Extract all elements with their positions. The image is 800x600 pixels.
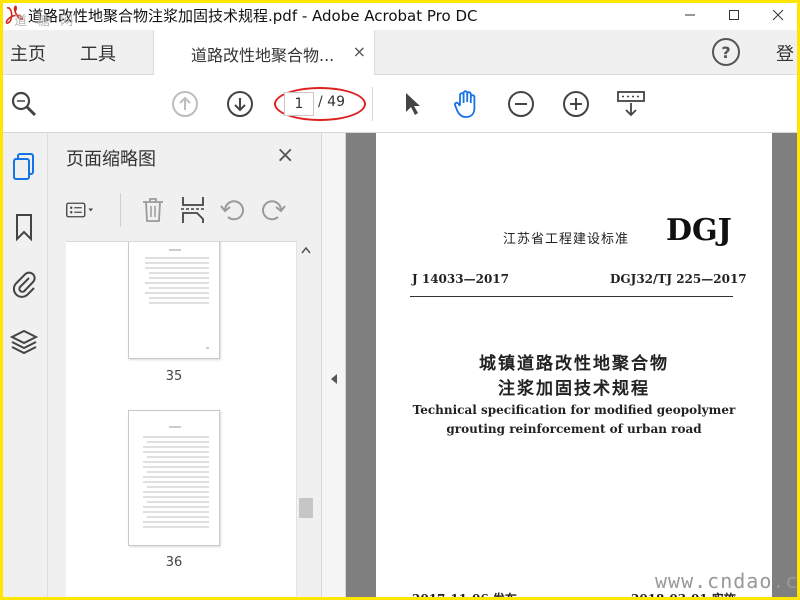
login-button[interactable]: 登 bbox=[776, 40, 794, 66]
zoom-search-icon[interactable] bbox=[8, 88, 40, 120]
menu-bar: 主页 工具 道路改性地聚合物... × ? 登 bbox=[0, 30, 800, 75]
document-title-cn-line2: 注浆加固技术规程 bbox=[498, 379, 650, 399]
standard-code-right: DGJ32/TJ 225—2017 bbox=[610, 272, 747, 286]
select-cursor-icon[interactable] bbox=[396, 88, 428, 120]
page-number-input[interactable]: 1 bbox=[284, 92, 314, 116]
thumbnail-list: 35 36 bbox=[66, 241, 314, 600]
panel-close-button[interactable]: × bbox=[276, 143, 294, 168]
document-title-en-line1: Technical specification for modified geo… bbox=[412, 403, 736, 417]
document-title-en-line2: grouting reinforcement of urban road bbox=[446, 422, 702, 436]
thumbnail-page[interactable] bbox=[128, 242, 220, 359]
close-window-button[interactable] bbox=[756, 0, 800, 30]
tab-close-button[interactable]: × bbox=[353, 42, 366, 61]
watermark-top-left: 道 糖 网 bbox=[14, 14, 77, 29]
document-viewer[interactable]: 江苏省工程建设标准 DGJ J 14033—2017 DGJ32/TJ 225—… bbox=[346, 133, 800, 600]
thumbnail-page-number: 36 bbox=[165, 555, 183, 570]
standard-code-left: J 14033—2017 bbox=[412, 272, 510, 286]
watermark-bottom-right: www.cndao.co bbox=[655, 569, 800, 593]
panel-collapse-strip[interactable] bbox=[322, 133, 346, 600]
prev-page-icon[interactable] bbox=[169, 88, 201, 120]
maximize-button[interactable] bbox=[712, 0, 756, 30]
document-tab[interactable]: 道路改性地聚合物... × bbox=[153, 30, 375, 75]
document-page: 江苏省工程建设标准 DGJ J 14033—2017 DGJ32/TJ 225—… bbox=[376, 133, 772, 600]
page-display-icon[interactable] bbox=[615, 88, 647, 120]
panel-toolbar-divider bbox=[120, 193, 121, 227]
zoom-out-icon[interactable] bbox=[505, 88, 537, 120]
header-rule bbox=[410, 296, 733, 297]
minimize-button[interactable] bbox=[668, 0, 712, 30]
collapse-arrow-icon[interactable] bbox=[330, 373, 338, 385]
scroll-up-icon[interactable] bbox=[301, 246, 311, 254]
page-thumbnails-icon[interactable] bbox=[8, 151, 40, 183]
navigation-rail bbox=[0, 133, 48, 600]
toolbar: 1 / 49 bbox=[0, 75, 800, 133]
layers-icon[interactable] bbox=[8, 326, 40, 358]
zoom-in-icon[interactable] bbox=[560, 88, 592, 120]
help-button[interactable]: ? bbox=[712, 38, 740, 66]
panel-toolbar bbox=[66, 191, 306, 231]
home-menu[interactable]: 主页 bbox=[10, 40, 46, 66]
tools-menu[interactable]: 工具 bbox=[80, 40, 116, 66]
document-tab-label: 道路改性地聚合物... bbox=[191, 46, 335, 65]
thumbnails-panel: 页面缩略图 × 35 36 bbox=[48, 133, 322, 600]
thumbnail-page-number: 35 bbox=[165, 369, 183, 384]
attachment-icon[interactable] bbox=[8, 267, 40, 299]
document-title-cn-line1: 城镇道路改性地聚合物 bbox=[479, 354, 669, 374]
standard-label: 江苏省工程建设标准 bbox=[503, 232, 630, 247]
title-bar: 道路改性地聚合物注浆加固技术规程.pdf - Adobe Acrobat Pro… bbox=[0, 0, 800, 30]
hand-tool-icon[interactable] bbox=[450, 88, 482, 120]
extract-page-icon[interactable] bbox=[178, 195, 208, 225]
rotate-left-icon[interactable] bbox=[218, 195, 248, 225]
thumbnail-page[interactable] bbox=[128, 410, 220, 546]
rotate-right-icon[interactable] bbox=[258, 195, 288, 225]
bookmark-icon[interactable] bbox=[8, 211, 40, 243]
next-page-icon[interactable] bbox=[224, 88, 256, 120]
delete-page-icon[interactable] bbox=[138, 195, 168, 225]
publish-date: 2017-11-06 发布 bbox=[412, 592, 517, 600]
dgj-logo: DGJ bbox=[666, 213, 732, 248]
thumbnail-scrollbar[interactable] bbox=[296, 240, 314, 600]
window-controls bbox=[668, 0, 800, 30]
thumbnail-options-icon[interactable] bbox=[66, 195, 96, 225]
page-total: / 49 bbox=[318, 94, 345, 110]
window-title: 道路改性地聚合物注浆加固技术规程.pdf - Adobe Acrobat Pro… bbox=[28, 6, 478, 25]
scrollbar-thumb[interactable] bbox=[299, 498, 313, 518]
panel-title: 页面缩略图 bbox=[66, 149, 156, 170]
toolbar-divider bbox=[372, 87, 373, 121]
